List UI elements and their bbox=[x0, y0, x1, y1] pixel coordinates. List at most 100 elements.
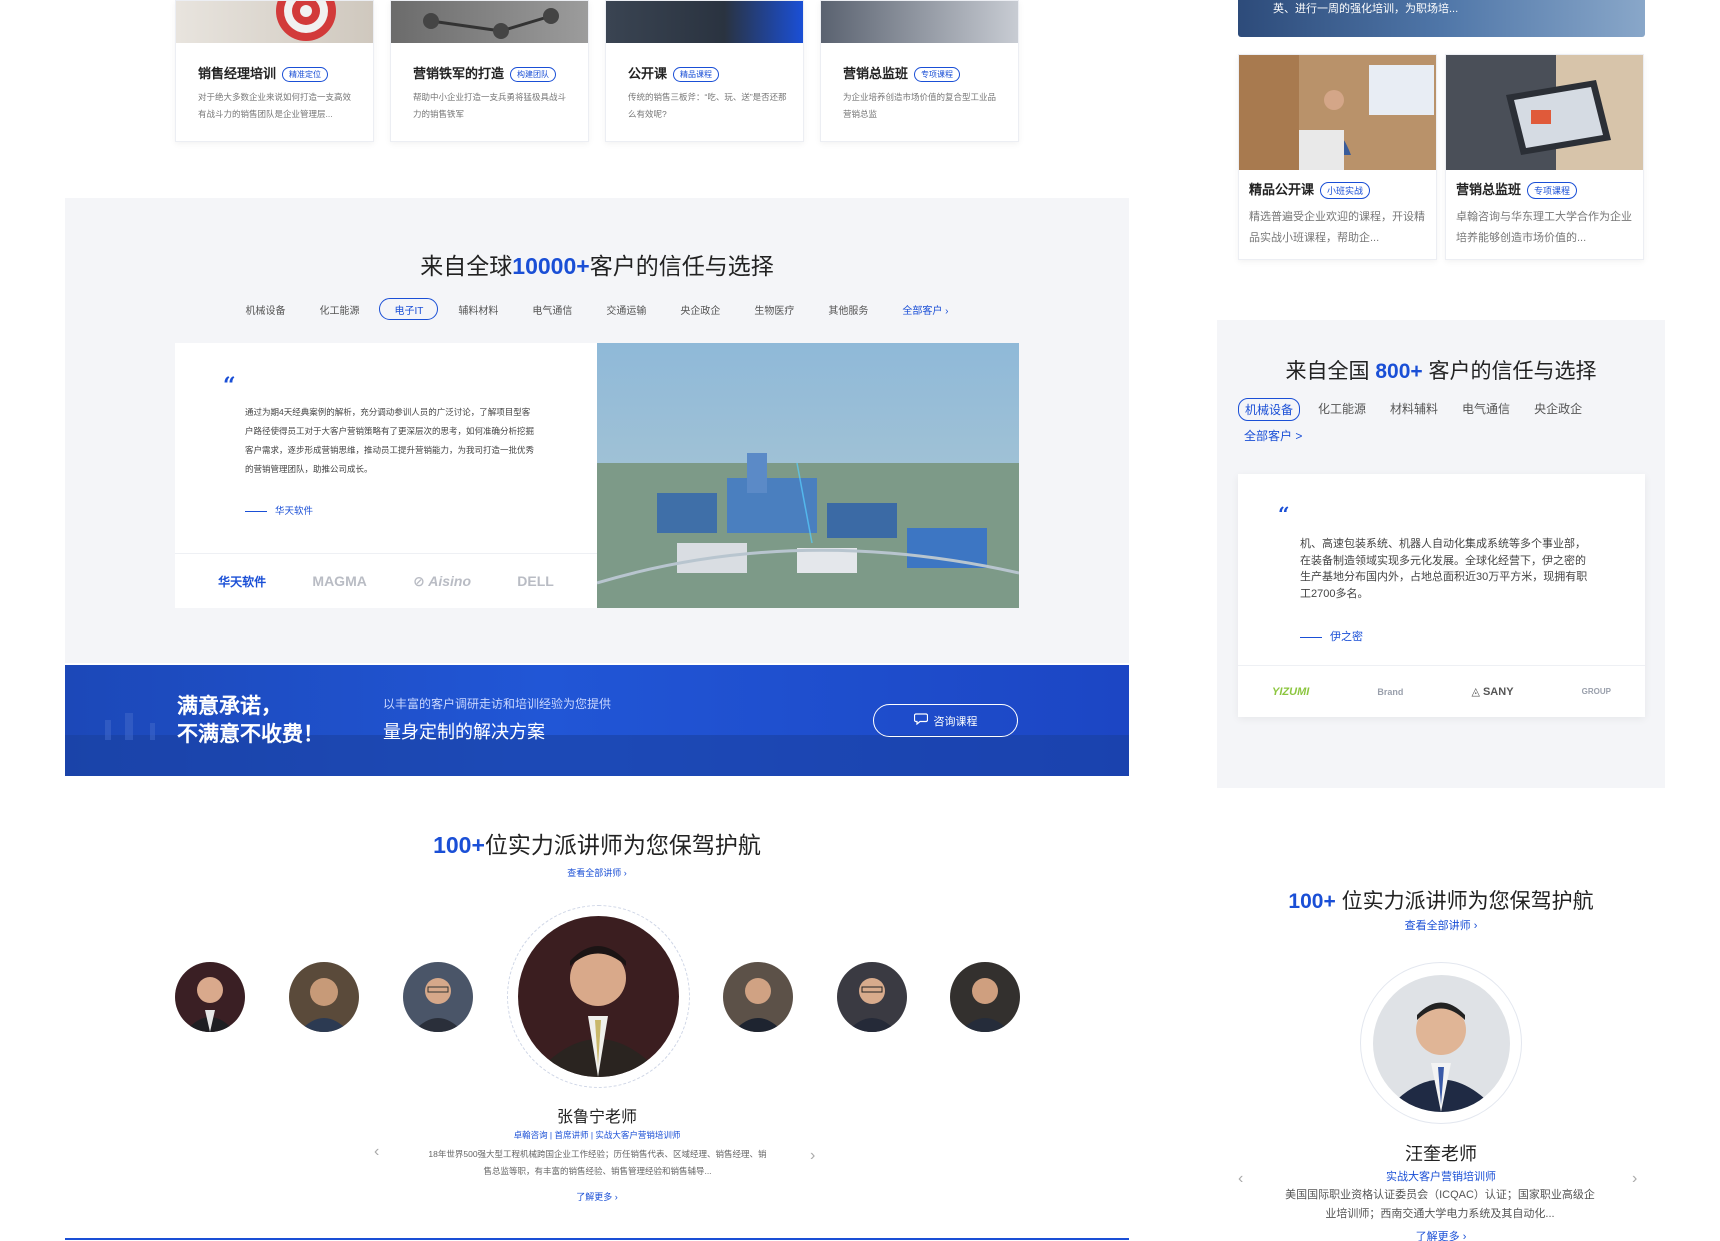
consult-course-button[interactable]: 咨询课程 bbox=[873, 704, 1018, 737]
right-course-card-open-class[interactable]: 精品公开课 小班实战 精选普遍受企业欢迎的课程，开设精品实战小班课程，帮助企... bbox=[1238, 54, 1437, 260]
course-title: 公开课 精品课程 bbox=[628, 63, 720, 83]
chevron-right-icon: › bbox=[614, 1192, 618, 1202]
course-thumb-network bbox=[391, 1, 588, 43]
course-title: 营销总监班 专项课程 bbox=[843, 63, 961, 83]
chevron-left-icon[interactable]: ‹ bbox=[1238, 1170, 1243, 1188]
learn-more-link[interactable]: 了解更多 › bbox=[65, 1190, 1129, 1203]
course-badge: 专项课程 bbox=[1527, 182, 1578, 200]
right-top-banner-image: 英、进行一周的强化培训，为职场培... bbox=[1238, 0, 1645, 37]
course-card-sales-director[interactable]: 营销总监班 专项课程 为企业培养创造市场价值的复合型工业品营销总监 bbox=[820, 0, 1019, 142]
course-desc: 卓翰咨询与华东理工大学合作为企业培养能够创造市场价值的... bbox=[1456, 211, 1632, 244]
tab-electric-comm[interactable]: 电气通信 bbox=[518, 298, 586, 320]
client-logo-huatian[interactable]: 华天软件 bbox=[218, 573, 266, 590]
course-desc: 传统的销售三板斧：“吃、玩、送”是否还那么有效呢? bbox=[628, 92, 787, 119]
testimonial-author: 伊之密 bbox=[1300, 628, 1363, 644]
right-top-caption: 英、进行一周的强化培训，为职场培... bbox=[1273, 3, 1459, 15]
tab-other-services[interactable]: 其他服务 bbox=[814, 298, 882, 320]
lecturer-avatar[interactable] bbox=[289, 962, 359, 1032]
satisfaction-banner: 满意承诺， 不满意不收费！ 以丰富的客户调研走访和培训经验为您提供 量身定制的解决… bbox=[65, 665, 1129, 776]
tab-machinery[interactable]: 机械设备 bbox=[231, 298, 299, 320]
lecturer-avatar[interactable] bbox=[403, 962, 473, 1032]
tab-biomedical[interactable]: 生物医疗 bbox=[740, 298, 808, 320]
client-logo-magma[interactable]: MAGMA bbox=[312, 573, 366, 589]
client-logo-row: 华天软件 MAGMA ⊘ Aisino DELL bbox=[175, 553, 597, 608]
featured-lecturer-tags: 卓翰咨询 | 首席讲师 | 实战大客户营销培训师 bbox=[513, 1130, 681, 1140]
chevron-right-icon[interactable]: › bbox=[1632, 1170, 1637, 1188]
right-lecturer-name: 汪奎老师 bbox=[1405, 1144, 1477, 1164]
course-badge: 专项课程 bbox=[914, 67, 961, 83]
chevron-right-icon: › bbox=[945, 306, 949, 317]
course-title: 营销铁军的打造 构建团队 bbox=[413, 63, 557, 83]
course-thumb-lecture bbox=[1239, 55, 1436, 170]
client-logo-sany[interactable]: ◬ SANY bbox=[1471, 685, 1513, 698]
right-lecturer-avatar[interactable] bbox=[1373, 975, 1510, 1112]
chevron-right-icon[interactable]: › bbox=[810, 1147, 815, 1165]
course-desc: 对于绝大多数企业来说如何打造一支高效有战斗力的销售团队是企业管理层... bbox=[198, 92, 352, 119]
chevron-right-icon: › bbox=[1473, 920, 1478, 932]
testimonial-author: 华天软件 bbox=[245, 503, 313, 517]
lecturer-avatar[interactable] bbox=[175, 962, 245, 1032]
right-view-all-lecturers-link[interactable]: 查看全部讲师 › bbox=[1217, 917, 1665, 933]
tab-electronics-it[interactable]: 电子IT bbox=[379, 298, 439, 320]
chevron-left-icon[interactable]: ‹ bbox=[374, 1143, 379, 1161]
tab-all-customers[interactable]: 全部客户 > bbox=[1238, 425, 1308, 446]
client-logo-aisino[interactable]: ⊘ Aisino bbox=[413, 573, 471, 590]
course-card-open-class[interactable]: 公开课 精品课程 传统的销售三板斧：“吃、玩、送”是否还那么有效呢? bbox=[605, 0, 804, 142]
lecturer-avatar[interactable] bbox=[837, 962, 907, 1032]
tab-chemical-energy[interactable]: 化工能源 bbox=[305, 298, 373, 320]
course-thumb-laptop bbox=[1446, 55, 1643, 170]
course-title: 精品公开课 小班实战 bbox=[1249, 179, 1371, 200]
right-lecturer-desc: 美国国际职业资格认证委员会（ICQAC）认证；国家职业高级企业培训师；西南交通大… bbox=[1285, 1189, 1595, 1220]
course-card-sales-manager[interactable]: 销售经理培训 精准定位 对于绝大多数企业来说如何打造一支高效有战斗力的销售团队是企… bbox=[175, 0, 374, 142]
industrial-park-photo bbox=[597, 343, 1019, 608]
tab-chemical-energy[interactable]: 化工能源 bbox=[1312, 398, 1372, 421]
course-desc: 为企业培养创造市场价值的复合型工业品营销总监 bbox=[843, 92, 997, 119]
testimonial-text: 机、高速包装系统、机器人自动化集成系统等多个事业部，在装备制造领域实现多元化发展… bbox=[1300, 538, 1588, 600]
tab-materials[interactable]: 辅料材料 bbox=[444, 298, 512, 320]
client-logo-yizumi[interactable]: YIZUMI bbox=[1272, 686, 1309, 698]
banner-title: 满意承诺， 不满意不收费！ bbox=[177, 695, 324, 746]
course-title: 营销总监班 专项课程 bbox=[1456, 179, 1578, 200]
right-course-card-director[interactable]: 营销总监班 专项课程 卓翰咨询与华东理工大学合作为企业培养能够创造市场价值的... bbox=[1445, 54, 1644, 260]
course-thumb-target bbox=[176, 0, 373, 43]
client-logo-brand[interactable]: Brand bbox=[1377, 687, 1403, 697]
course-cards-row: 销售经理培训 精准定位 对于绝大多数企业来说如何打造一支高效有战斗力的销售团队是企… bbox=[175, 0, 1020, 142]
featured-lecturer-desc: 18年世界500强大型工程机械跨国企业工作经验；历任销售代表、区域经理、销售经理… bbox=[428, 1149, 767, 1176]
course-thumb-office bbox=[821, 1, 1018, 43]
lecturer-avatar[interactable] bbox=[723, 962, 793, 1032]
banner-subtitle-small: 以丰富的客户调研走访和培训经验为您提供 bbox=[383, 697, 612, 711]
sany-mark-icon: ◬ bbox=[1471, 686, 1483, 698]
course-desc: 精选普遍受企业欢迎的课程，开设精品实战小班课程，帮助企... bbox=[1249, 211, 1425, 244]
client-logo-group[interactable]: GROUP bbox=[1582, 687, 1611, 696]
quote-icon: “ bbox=[1278, 502, 1290, 526]
right-lecturers-title: 100+ 位实力派讲师为您保驾护航 bbox=[1288, 890, 1594, 913]
right-lecturer-tag: 实战大客户营销培训师 bbox=[1386, 1171, 1496, 1183]
view-all-lecturers-link[interactable]: 查看全部讲师 › bbox=[65, 866, 1129, 879]
lecturer-avatar[interactable] bbox=[950, 962, 1020, 1032]
right-learn-more-link[interactable]: 了解更多 › bbox=[1217, 1228, 1665, 1241]
right-trust-title: 来自全国 800+ 客户的信任与选择 bbox=[1285, 360, 1597, 383]
tab-state-enterprise[interactable]: 央企政企 bbox=[1528, 398, 1588, 421]
tab-state-enterprise[interactable]: 央企政企 bbox=[666, 298, 734, 320]
course-card-sales-army[interactable]: 营销铁军的打造 构建团队 帮助中小企业打造一支兵勇将猛极具战斗力的销售铁军 bbox=[390, 0, 589, 142]
banner-subtitle-big: 量身定制的解决方案 bbox=[383, 722, 545, 742]
client-logo-dell[interactable]: DELL bbox=[517, 573, 554, 589]
chevron-right-icon: › bbox=[623, 868, 627, 878]
tab-electric-comm[interactable]: 电气通信 bbox=[1456, 398, 1516, 421]
chat-bubble-icon bbox=[913, 713, 928, 728]
course-title: 销售经理培训 精准定位 bbox=[198, 63, 329, 83]
testimonial-card: “ 通过为期4天经典案例的解析，充分调动参训人员的广泛讨论，了解项目型客户路径使… bbox=[175, 343, 597, 608]
tab-all-customers[interactable]: 全部客户 › bbox=[888, 298, 962, 320]
aisino-mark-icon: ⊘ bbox=[413, 572, 429, 589]
right-industry-tabs: 机械设备 化工能源 材料辅料 电气通信 央企政企 全部客户 > bbox=[1238, 398, 1638, 446]
featured-lecturer-avatar[interactable] bbox=[518, 916, 679, 1077]
quote-icon: “ bbox=[223, 373, 236, 399]
course-badge: 精品课程 bbox=[673, 67, 720, 83]
course-thumb-audience bbox=[606, 1, 803, 43]
lecturers-section-title: 100+位实力派讲师为您保驾护航 bbox=[433, 832, 761, 858]
right-testimonial-card: “ 机、高速包装系统、机器人自动化集成系统等多个事业部，在装备制造领域实现多元化… bbox=[1238, 474, 1645, 717]
tab-machinery[interactable]: 机械设备 bbox=[1238, 398, 1301, 421]
tab-transport[interactable]: 交通运输 bbox=[592, 298, 660, 320]
right-client-logo-row: YIZUMI Brand ◬ SANY GROUP bbox=[1238, 665, 1645, 717]
tab-materials[interactable]: 材料辅料 bbox=[1384, 398, 1444, 421]
